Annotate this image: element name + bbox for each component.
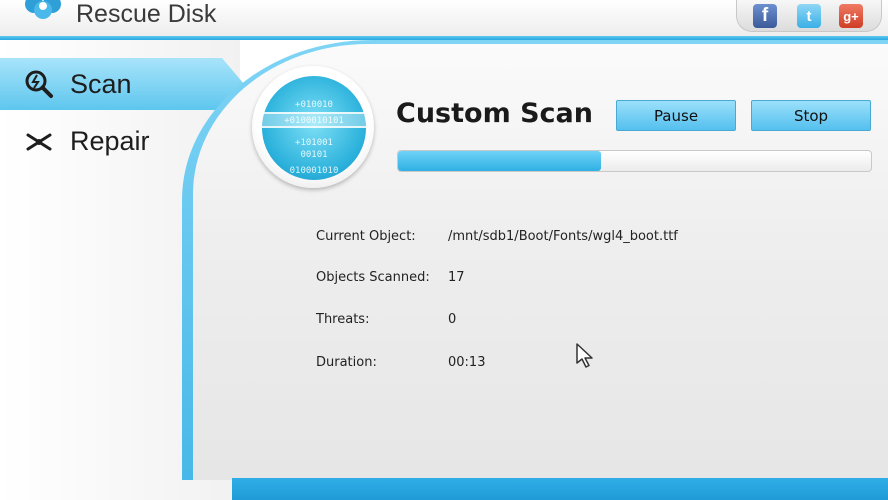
scan-progress-fill: [398, 151, 602, 171]
sidebar-item-label: Scan: [70, 69, 132, 99]
google-plus-icon[interactable]: g+: [839, 4, 863, 28]
stop-button[interactable]: Stop: [751, 100, 871, 131]
repair-tools-icon: [26, 133, 52, 151]
detail-label: Objects Scanned:: [316, 270, 430, 285]
scan-orb-icon: +010010 +0100010101 +101001 00101 010001…: [262, 76, 366, 180]
orb-binary-text: +101001: [295, 138, 333, 148]
orb-binary-text: 00101: [300, 150, 328, 160]
detail-value: 0: [448, 312, 457, 327]
sidebar-item-scan[interactable]: Scan: [0, 58, 244, 110]
page-title: Custom Scan: [396, 98, 593, 129]
scan-progress-bar: [397, 150, 872, 172]
facebook-icon[interactable]: f: [753, 4, 777, 28]
scan-magnifier-icon: [25, 70, 53, 98]
sidebar-item-label: Repair: [70, 126, 150, 156]
orb-binary-text: 010001010: [289, 166, 339, 176]
bottom-bar: [232, 478, 888, 500]
detail-value: 17: [448, 270, 465, 285]
social-links: f t g+: [736, 0, 882, 32]
clover-logo-icon: [25, 0, 61, 19]
orb-binary-text: +0100010101: [284, 116, 344, 126]
mouse-cursor-icon: [576, 343, 593, 368]
title-bar: Rescue Disk f t g+: [0, 0, 888, 38]
detail-value: 00:13: [448, 355, 486, 370]
detail-value: /mnt/sdb1/Boot/Fonts/wgl4_boot.ttf: [448, 229, 678, 244]
detail-label: Current Object:: [316, 229, 416, 244]
app-title: Rescue Disk: [76, 0, 217, 28]
detail-label: Duration:: [316, 355, 377, 370]
twitter-icon[interactable]: t: [797, 4, 821, 28]
pause-button[interactable]: Pause: [616, 100, 736, 131]
detail-label: Threats:: [316, 312, 370, 327]
orb-binary-text: +010010: [295, 100, 333, 110]
